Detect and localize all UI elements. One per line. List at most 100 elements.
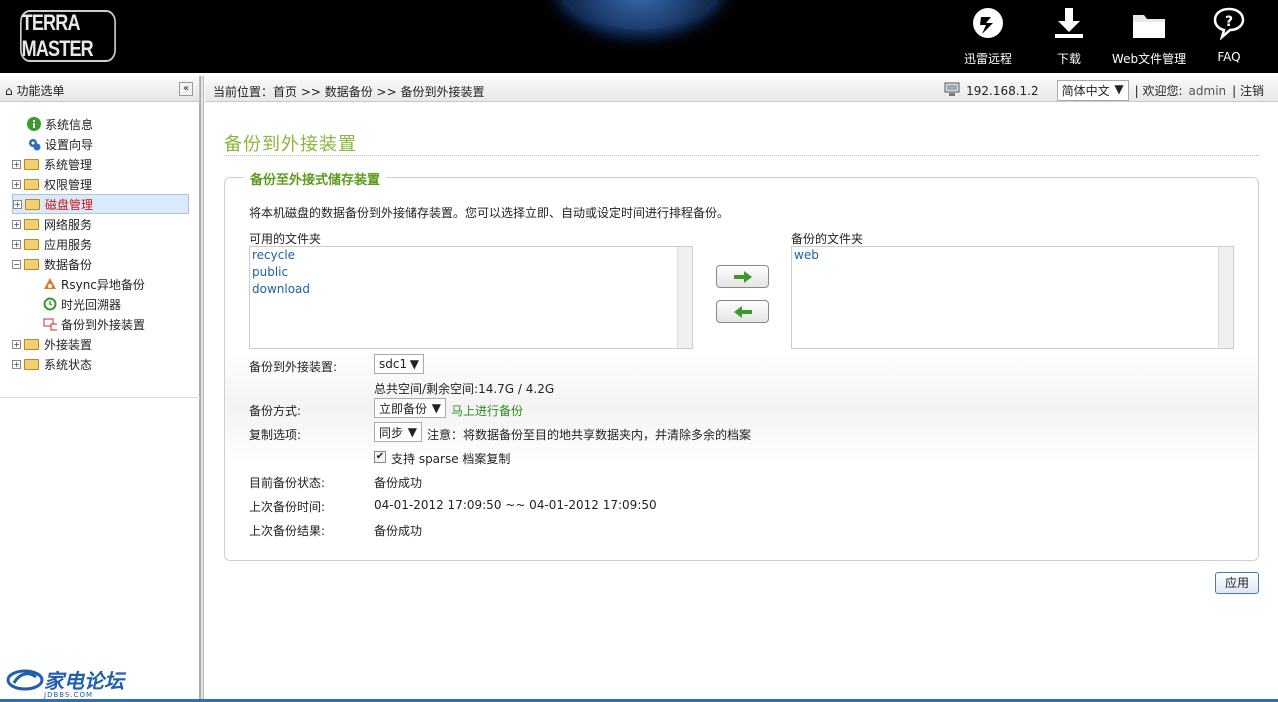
- sidebar-item-external-backup[interactable]: 备份到外接装置: [43, 314, 145, 334]
- sparse-label: 支持 sparse 档案复制: [391, 452, 511, 466]
- faq-icon: ?: [1212, 0, 1246, 42]
- device-label: 备份到外接装置:: [249, 360, 338, 374]
- backup-folders-list[interactable]: web: [791, 246, 1234, 349]
- mode-label: 备份方式:: [249, 404, 302, 418]
- backup-folders-label: 备份的文件夹: [791, 232, 864, 246]
- available-folders-label: 可用的文件夹: [249, 232, 322, 246]
- language-select[interactable]: 简体中文 ▼: [1056, 80, 1129, 101]
- mode-hint: 马上进行备份: [451, 404, 524, 418]
- sidebar-item-time-machine[interactable]: 时光回溯器: [43, 294, 121, 314]
- server-icon: [944, 82, 960, 100]
- expand-icon[interactable]: +: [12, 359, 21, 369]
- brand-logo: TERRA MASTER: [20, 10, 116, 62]
- sidebar-item-system-status[interactable]: + 系统状态: [12, 354, 92, 374]
- last-time-value: 04-01-2012 17:09:50 ~~ 04-01-2012 17:09:…: [374, 498, 657, 512]
- dropdown-arrow-icon: ▼: [1114, 82, 1124, 96]
- scrollbar[interactable]: [677, 247, 692, 348]
- arrow-left-icon: [733, 305, 752, 318]
- copy-note: 注意：将数据备份至目的地共享数据夹内，并清除多余的档案: [427, 428, 752, 442]
- last-result-label: 上次备份结果:: [249, 524, 326, 538]
- faq-button[interactable]: ? FAQ: [1206, 0, 1252, 73]
- folder-icon: [24, 238, 39, 250]
- expand-icon[interactable]: +: [12, 219, 21, 229]
- download-button[interactable]: 下载: [1046, 0, 1092, 73]
- sidebar-header: ⌂ 功能选单: [0, 76, 200, 102]
- sidebar-divider: [0, 397, 200, 398]
- info-icon: [27, 117, 41, 131]
- sidebar-item-rsync-backup[interactable]: Rsync异地备份: [43, 274, 145, 294]
- rsync-icon: [43, 277, 57, 291]
- wizard-gear-icon: [27, 137, 41, 151]
- breadcrumb-bar: 当前位置：首页 >> 数据备份 >> 备份到外接装置 192.168.1.2 简…: [205, 76, 1278, 102]
- mode-select[interactable]: 立即备份 ▼: [374, 398, 446, 418]
- web-file-manager-button[interactable]: Web文件管理: [1108, 0, 1190, 73]
- sidebar-item-data-backup[interactable]: − 数据备份: [12, 254, 92, 274]
- sidebar-item-permission-management[interactable]: + 权限管理: [12, 174, 92, 194]
- sidebar-item-setup-wizard[interactable]: 设置向导: [27, 134, 93, 154]
- expand-icon[interactable]: +: [12, 159, 21, 169]
- sidebar-item-system-management[interactable]: + 系统管理: [12, 154, 92, 174]
- list-item[interactable]: web: [792, 247, 1233, 264]
- forum-watermark-logo: 家电论坛 JDBBS.COM: [6, 665, 124, 699]
- forum-logo-subtext: JDBBS.COM: [44, 691, 94, 699]
- username: admin: [1188, 83, 1227, 98]
- open-folder-icon: [24, 258, 39, 270]
- sidebar-item-label: Rsync异地备份: [61, 277, 145, 292]
- welcome-text: | 欢迎您:: [1134, 84, 1183, 98]
- add-to-backup-button[interactable]: [716, 265, 769, 288]
- sidebar-item-label: 备份到外接装置: [61, 317, 146, 332]
- device-value: sdc1: [379, 357, 408, 371]
- scrollbar[interactable]: [1218, 247, 1233, 348]
- logout-link[interactable]: | 注销: [1232, 82, 1264, 99]
- faq-label: FAQ: [1217, 50, 1241, 64]
- title-divider: [224, 155, 1259, 156]
- space-info: 总共空间/剩余空间:14.7G / 4.2G: [374, 382, 555, 396]
- expand-icon[interactable]: +: [12, 179, 21, 189]
- expand-icon[interactable]: +: [12, 339, 21, 349]
- folder-icon: [1131, 0, 1167, 42]
- status-value: 备份成功: [374, 476, 423, 490]
- time-machine-icon: [43, 297, 57, 311]
- svg-text:?: ?: [1225, 14, 1233, 30]
- dropdown-arrow-icon: ▼: [407, 425, 417, 439]
- folder-icon: [25, 198, 40, 210]
- sidebar-item-network-services[interactable]: + 网络服务: [12, 214, 92, 234]
- page-title: 备份到外接装置: [224, 134, 357, 155]
- sidebar-item-label: 磁盘管理: [45, 197, 94, 212]
- expand-icon[interactable]: +: [12, 239, 21, 249]
- collapse-icon[interactable]: −: [12, 259, 21, 269]
- language-value: 简体中文: [1061, 84, 1110, 98]
- sidebar-item-label: 时光回溯器: [61, 297, 122, 312]
- dropdown-arrow-icon: ▼: [431, 401, 441, 415]
- forum-logo-text: 家电论坛: [44, 669, 124, 693]
- sidebar-item-application-services[interactable]: + 应用服务: [12, 234, 92, 254]
- sparse-checkbox[interactable]: ✔: [374, 451, 386, 463]
- forum-logo-icon: [6, 669, 44, 690]
- collapse-sidebar-button[interactable]: «: [179, 82, 193, 96]
- status-label: 目前备份状态:: [249, 476, 326, 490]
- thunder-remote-icon: [971, 0, 1005, 42]
- copy-select[interactable]: 同步 ▼: [374, 422, 422, 442]
- sidebar-item-disk-management[interactable]: + 磁盘管理: [12, 194, 189, 214]
- thunder-remote-button[interactable]: 迅雷远程: [962, 0, 1014, 73]
- last-result-value: 备份成功: [374, 524, 423, 538]
- external-device-icon: [43, 317, 57, 331]
- sidebar-item-external-devices[interactable]: + 外接装置: [12, 334, 92, 354]
- device-select[interactable]: sdc1 ▼: [374, 354, 424, 374]
- list-item[interactable]: public: [250, 264, 692, 281]
- copy-value: 同步: [379, 425, 404, 440]
- pane-splitter[interactable]: [200, 76, 204, 702]
- list-item[interactable]: download: [250, 281, 692, 298]
- sidebar-item-system-info[interactable]: 系统信息: [27, 114, 93, 134]
- expand-icon[interactable]: +: [13, 199, 22, 209]
- sidebar-item-label: 系统状态: [44, 357, 93, 372]
- list-item[interactable]: recycle: [250, 247, 692, 264]
- available-folders-list[interactable]: recycle public download: [249, 246, 693, 349]
- folder-icon: [24, 218, 39, 230]
- sidebar-item-label: 系统管理: [44, 157, 93, 172]
- sidebar-item-label: 网络服务: [44, 217, 93, 232]
- sidebar-title: 功能选单: [16, 84, 65, 98]
- remove-from-backup-button[interactable]: [716, 300, 769, 323]
- description: 将本机磁盘的数据备份到外接储存装置。您可以选择立即、自动或设定时间进行排程备份。: [249, 206, 730, 220]
- apply-button[interactable]: 应用: [1215, 572, 1259, 594]
